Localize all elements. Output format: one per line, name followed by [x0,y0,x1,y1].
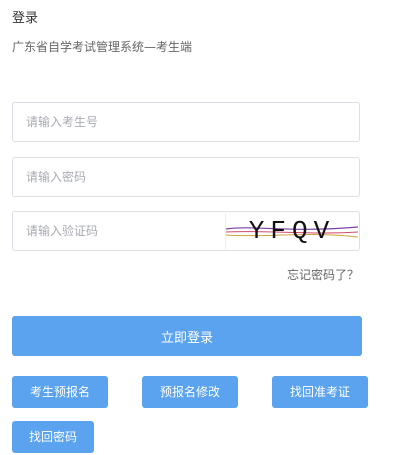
pre-register-button[interactable]: 考生预报名 [12,376,108,408]
password-input[interactable] [13,158,359,196]
recover-admission-ticket-button[interactable]: 找回准考证 [272,376,368,408]
system-subtitle: 广东省自学考试管理系统—考生端 [12,40,193,54]
exam-number-input[interactable] [13,103,359,141]
edit-pre-register-button[interactable]: 预报名修改 [142,376,238,408]
captcha-image[interactable]: YFQV [225,213,358,249]
page-title: 登录 [12,11,39,26]
recover-password-button[interactable]: 找回密码 [12,421,94,453]
forgot-password-link[interactable]: 忘记密码了？ [287,266,359,283]
captcha-field-wrapper: YFQV [12,211,360,251]
exam-number-field-wrapper [12,102,360,142]
captcha-code: YFQV [248,216,336,246]
password-field-wrapper [12,157,360,197]
captcha-input[interactable] [13,212,228,250]
login-button[interactable]: 立即登录 [12,316,362,356]
